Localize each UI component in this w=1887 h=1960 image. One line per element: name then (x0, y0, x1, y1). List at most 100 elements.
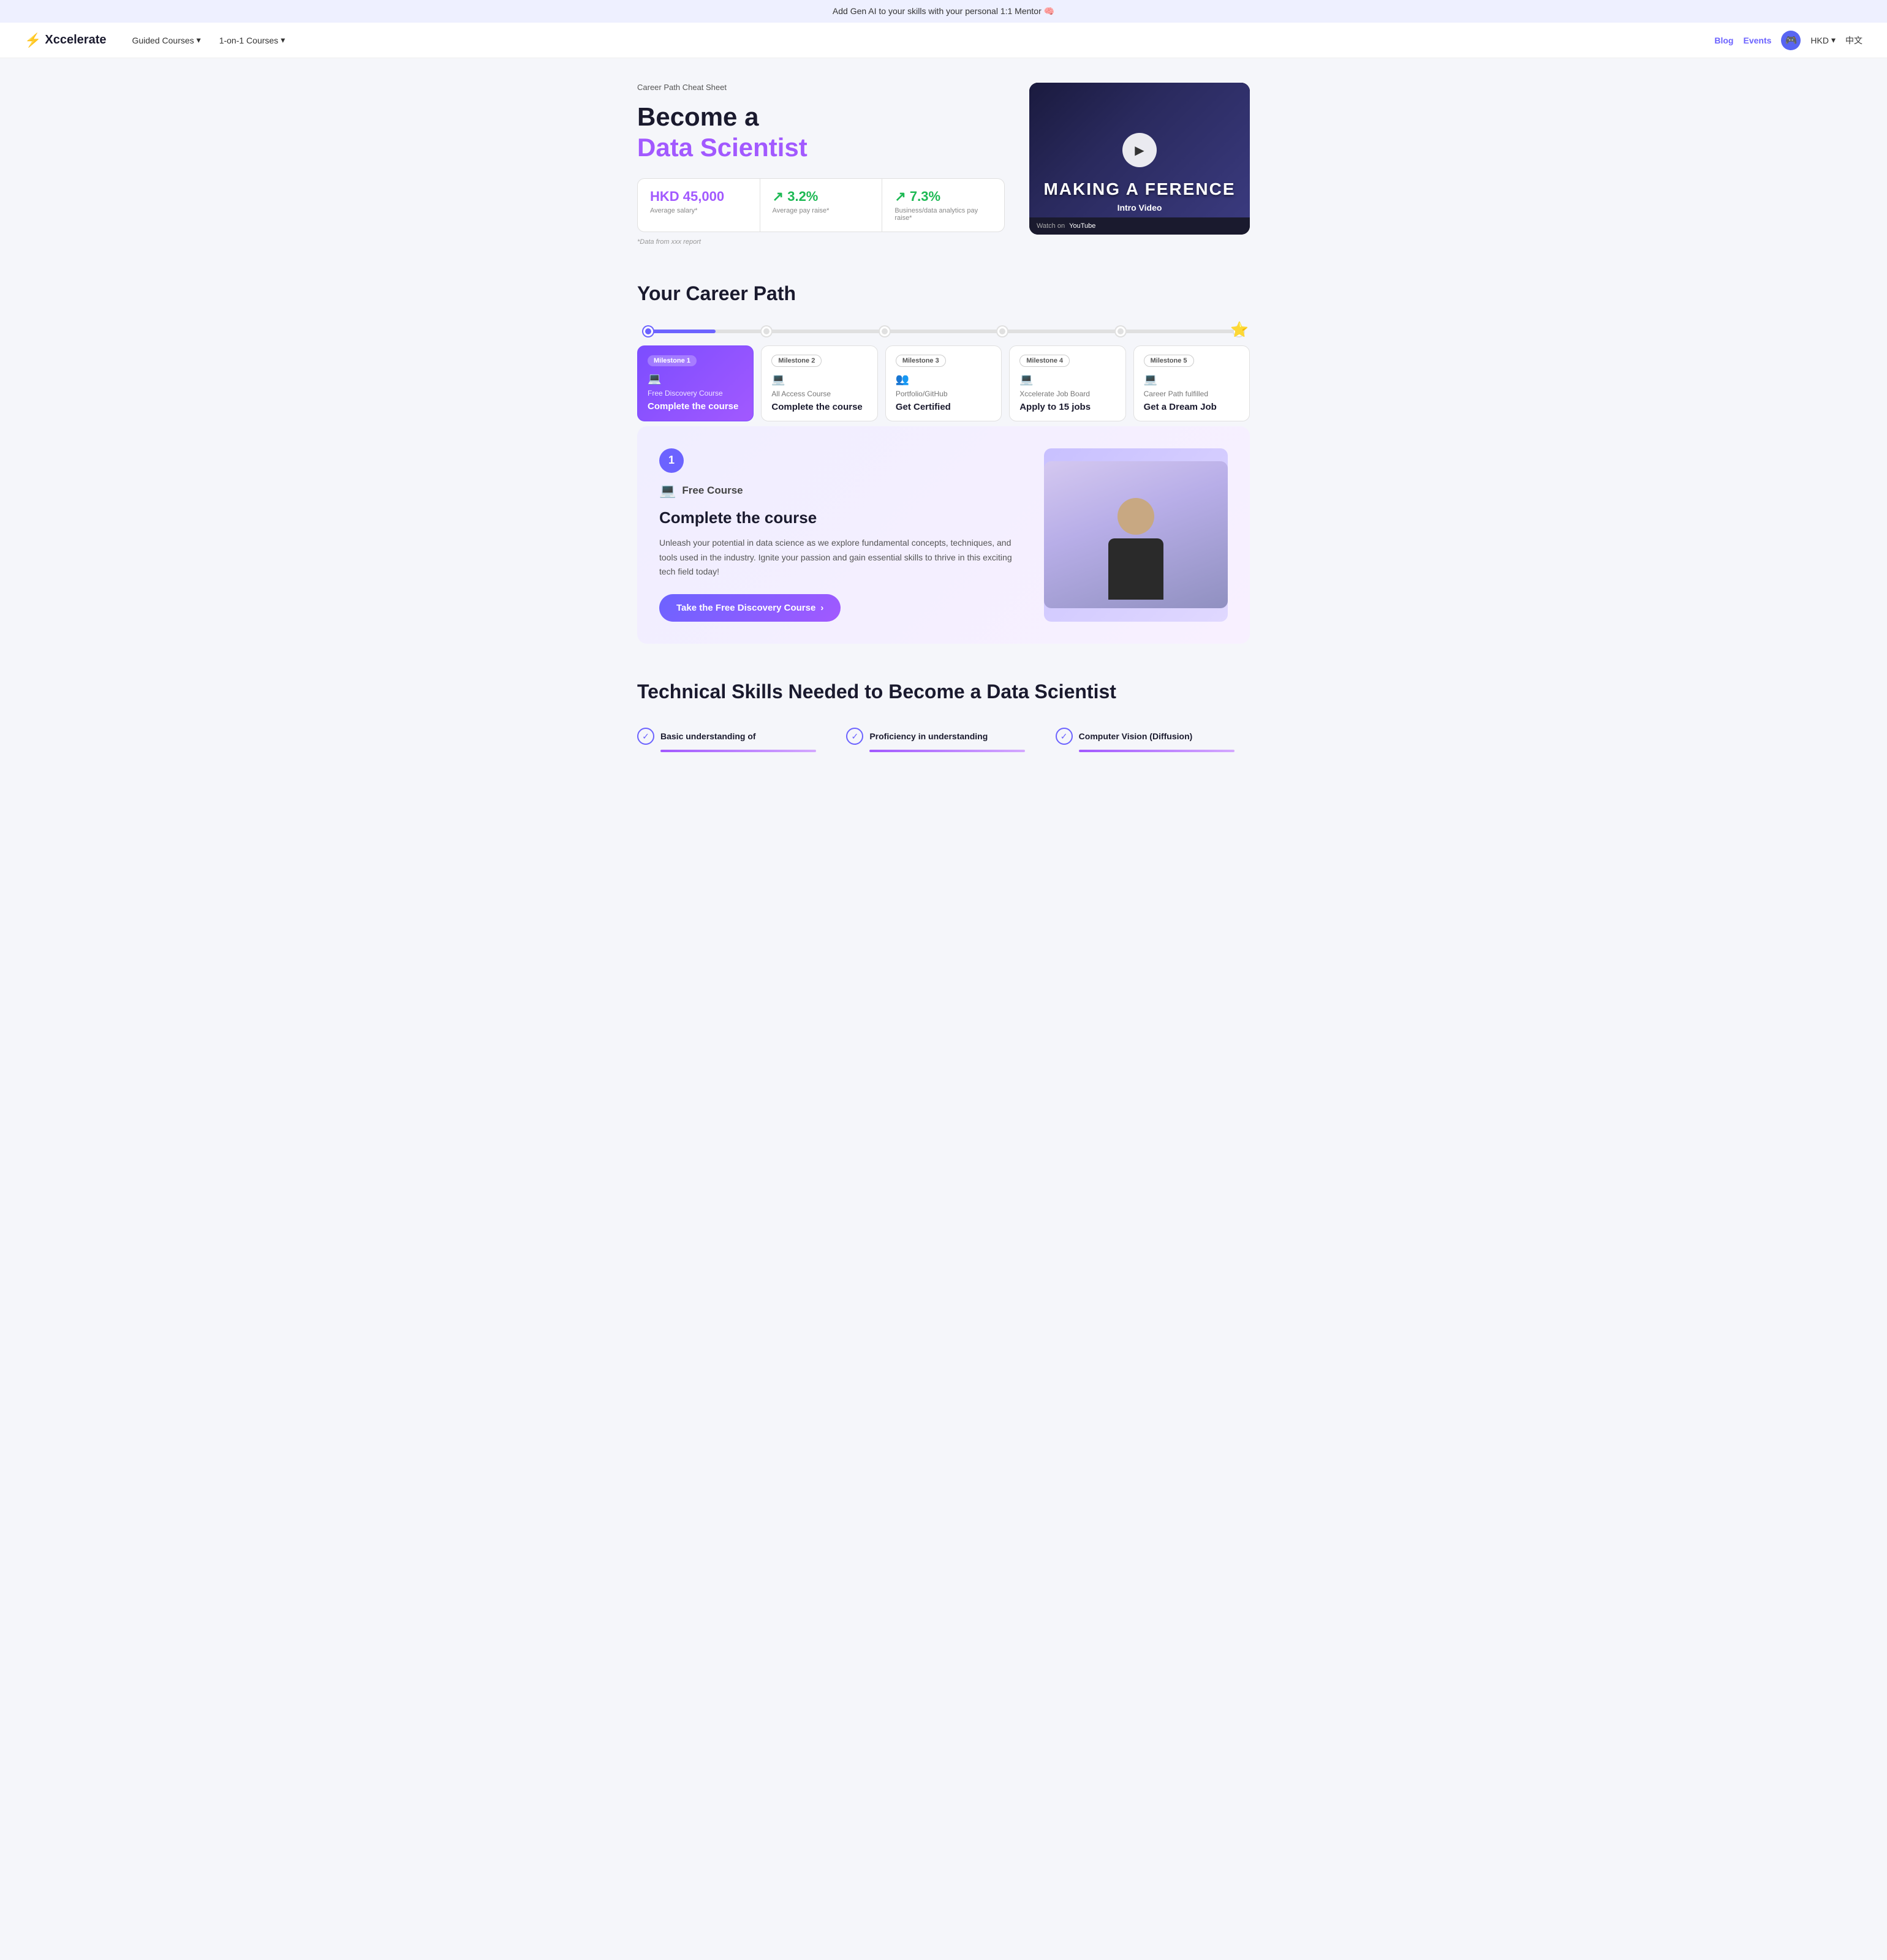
milestone-5-icon: 💻 (1144, 373, 1239, 386)
person-silhouette (1099, 486, 1173, 608)
detail-card: 1 💻 Free Course Complete the course Unle… (637, 426, 1250, 644)
detail-course-label: 💻 Free Course (659, 483, 1019, 499)
milestone-1-badge: Milestone 1 (648, 355, 697, 366)
stat-salary-value: HKD 45,000 (650, 189, 747, 205)
milestone-5-course: Career Path fulfilled (1144, 390, 1239, 398)
watch-on-text: Watch on YouTube (1037, 222, 1095, 230)
milestones-row: Milestone 1 💻 Free Discovery Course Comp… (637, 345, 1250, 421)
detail-course-name: Free Course (682, 484, 743, 497)
language-hkd-arrow: ▾ (1831, 35, 1836, 45)
milestone-card-3[interactable]: Milestone 3 👥 Portfolio/GitHub Get Certi… (885, 345, 1002, 421)
hero-title-highlight: Data Scientist (637, 132, 1005, 163)
one-on-one-label: 1-on-1 Courses (219, 36, 279, 45)
guided-courses-nav[interactable]: Guided Courses ▾ (124, 30, 208, 50)
person-image (1044, 461, 1228, 608)
stat-pay-raise-value: ↗ 3.2% (773, 189, 870, 205)
progress-dot-5 (1116, 326, 1125, 336)
guided-courses-label: Guided Courses (132, 36, 194, 45)
progress-dot-1 (643, 326, 653, 336)
tech-bar-3 (1079, 750, 1235, 752)
play-button[interactable]: ▶ (1122, 133, 1157, 167)
language-selector-hkd[interactable]: HKD ▾ (1810, 35, 1836, 45)
tech-section: Technical Skills Needed to Become a Data… (637, 680, 1250, 752)
milestone-card-2[interactable]: Milestone 2 💻 All Access Course Complete… (761, 345, 877, 421)
hero-section: Career Path Cheat Sheet Become a Data Sc… (637, 83, 1250, 246)
hero-title: Become a Data Scientist (637, 102, 1005, 164)
video-container[interactable]: ⚡ Data Science and AI Machine Learning B… (1029, 83, 1250, 235)
detail-title: Complete the course (659, 508, 1019, 527)
logo[interactable]: ⚡ Xccelerate (25, 32, 106, 48)
check-icon-1: ✓ (637, 728, 654, 745)
data-note: *Data from xxx report (637, 238, 1005, 246)
milestone-3-icon: 👥 (896, 373, 991, 386)
one-on-one-arrow: ▾ (281, 35, 285, 45)
stats-box: HKD 45,000 Average salary* ↗ 3.2% Averag… (637, 178, 1005, 232)
blog-link[interactable]: Blog (1714, 36, 1733, 45)
milestone-4-icon: 💻 (1019, 373, 1115, 386)
check-icon-3: ✓ (1056, 728, 1073, 745)
detail-left: 1 💻 Free Course Complete the course Unle… (659, 448, 1019, 622)
milestone-4-action: Apply to 15 jobs (1019, 402, 1115, 412)
career-path-title: Your Career Path (637, 282, 1250, 305)
stat-pay-raise: ↗ 3.2% Average pay raise* (760, 179, 883, 232)
milestone-5-action: Get a Dream Job (1144, 402, 1239, 412)
milestone-1-course: Free Discovery Course (648, 389, 743, 398)
progress-line: ⭐ (643, 330, 1244, 333)
main-content: Career Path Cheat Sheet Become a Data Sc… (613, 58, 1274, 777)
milestone-4-badge: Milestone 4 (1019, 355, 1070, 367)
milestone-card-5[interactable]: Milestone 5 💻 Career Path fulfilled Get … (1133, 345, 1250, 421)
tech-item-3: ✓ Computer Vision (Diffusion) (1056, 728, 1250, 752)
tech-item-1: ✓ Basic understanding of (637, 728, 831, 752)
progress-dot-2 (762, 326, 771, 336)
milestone-2-badge: Milestone 2 (771, 355, 822, 367)
discord-button[interactable]: 🎮 (1781, 31, 1801, 50)
top-banner: Add Gen AI to your skills with your pers… (0, 0, 1887, 23)
milestone-2-course: All Access Course (771, 390, 867, 398)
tech-bar-2 (869, 750, 1025, 752)
discord-icon: 🎮 (1785, 34, 1797, 47)
video-overlay-text: MAKING A FERENCE (1029, 179, 1250, 199)
person-torso (1108, 538, 1163, 600)
stat-salary-label: Average salary* (650, 207, 747, 214)
detail-course-icon: 💻 (659, 483, 676, 499)
language-selector-cn[interactable]: 中文 (1845, 34, 1862, 47)
tech-item-1-header: ✓ Basic understanding of (637, 728, 831, 745)
stat-salary: HKD 45,000 Average salary* (638, 179, 760, 232)
stat-analytics-label: Business/data analytics pay raise* (894, 207, 992, 222)
cta-button[interactable]: Take the Free Discovery Course › (659, 594, 841, 622)
milestone-3-action: Get Certified (896, 402, 991, 412)
one-on-one-nav[interactable]: 1-on-1 Courses ▾ (212, 30, 293, 50)
milestone-2-icon: 💻 (771, 373, 867, 386)
breadcrumb: Career Path Cheat Sheet (637, 83, 1005, 92)
milestone-1-action: Complete the course (648, 401, 743, 412)
tech-item-3-header: ✓ Computer Vision (Diffusion) (1056, 728, 1250, 745)
nav-links: Guided Courses ▾ 1-on-1 Courses ▾ (124, 30, 1714, 50)
tech-label-2: Proficiency in understanding (869, 731, 988, 741)
stat-pay-raise-label: Average pay raise* (773, 207, 870, 214)
hero-title-line1: Become a (637, 102, 758, 131)
progress-star: ⭐ (1230, 321, 1249, 339)
cta-arrow-icon: › (820, 603, 823, 613)
milestone-4-course: Xccelerate Job Board (1019, 390, 1115, 398)
tech-grid: ✓ Basic understanding of ✓ Proficiency i… (637, 728, 1250, 752)
events-link[interactable]: Events (1743, 36, 1771, 45)
guided-courses-arrow: ▾ (197, 35, 201, 45)
milestone-5-badge: Milestone 5 (1144, 355, 1194, 367)
logo-icon: ⚡ (25, 32, 41, 48)
tech-item-2-header: ✓ Proficiency in understanding (846, 728, 1040, 745)
milestone-3-course: Portfolio/GitHub (896, 390, 991, 398)
milestone-card-1[interactable]: Milestone 1 💻 Free Discovery Course Comp… (637, 345, 754, 421)
person-head (1117, 498, 1154, 535)
video-footer: Watch on YouTube (1029, 217, 1250, 235)
detail-image (1044, 448, 1228, 622)
tech-item-2: ✓ Proficiency in understanding (846, 728, 1040, 752)
language-cn-label: 中文 (1845, 34, 1862, 47)
milestone-card-4[interactable]: Milestone 4 💻 Xccelerate Job Board Apply… (1009, 345, 1125, 421)
detail-description: Unleash your potential in data science a… (659, 536, 1019, 579)
logo-text: Xccelerate (45, 33, 106, 47)
progress-track: ⭐ (637, 330, 1250, 333)
nav-right: Blog Events 🎮 HKD ▾ 中文 (1714, 31, 1862, 50)
hero-left: Career Path Cheat Sheet Become a Data Sc… (637, 83, 1005, 246)
video-intro-label: Intro Video (1029, 203, 1250, 213)
video-thumb[interactable]: ▶ MAKING A FERENCE Intro Video (1029, 83, 1250, 217)
